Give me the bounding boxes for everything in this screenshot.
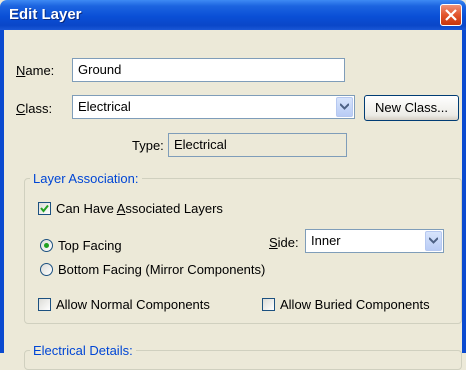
window-frame-left xyxy=(0,30,4,353)
radio-selected-dot xyxy=(44,243,49,248)
class-label: Class: xyxy=(16,101,53,116)
class-select[interactable]: Electrical xyxy=(72,95,355,119)
new-class-button[interactable]: New Class... xyxy=(364,95,459,121)
top-facing-radio[interactable] xyxy=(40,239,53,252)
close-button[interactable] xyxy=(440,4,462,26)
class-dropdown-button[interactable] xyxy=(336,97,353,117)
close-icon xyxy=(445,9,457,21)
type-field: Electrical xyxy=(168,133,347,157)
chevron-down-icon xyxy=(429,237,438,244)
name-label: Name: xyxy=(16,63,55,78)
class-select-value: Electrical xyxy=(78,99,131,114)
side-label: Side: xyxy=(269,235,299,250)
bottom-facing-radio[interactable] xyxy=(40,263,53,276)
can-have-associated-label: Can Have Associated Layers xyxy=(56,201,223,216)
chevron-down-icon xyxy=(340,103,349,110)
side-select[interactable]: Inner xyxy=(305,229,444,253)
window-frame-right xyxy=(462,30,466,353)
allow-normal-checkbox[interactable] xyxy=(38,298,51,311)
type-label: Type: xyxy=(132,138,164,153)
checkmark-icon xyxy=(40,204,49,213)
allow-buried-checkbox[interactable] xyxy=(262,298,275,311)
title-bar[interactable]: Edit Layer xyxy=(0,0,466,30)
side-dropdown-button[interactable] xyxy=(425,231,442,251)
layer-association-title: Layer Association: xyxy=(30,171,142,186)
allow-normal-label: Allow Normal Components xyxy=(56,297,210,312)
window-title: Edit Layer xyxy=(9,6,82,23)
side-select-value: Inner xyxy=(311,233,341,248)
allow-buried-label: Allow Buried Components xyxy=(280,297,430,312)
can-have-associated-checkbox[interactable] xyxy=(38,202,51,215)
top-facing-label: Top Facing xyxy=(58,238,122,253)
bottom-facing-label: Bottom Facing (Mirror Components) xyxy=(58,262,266,277)
electrical-details-title: Electrical Details: xyxy=(30,343,136,358)
name-input[interactable]: Ground xyxy=(72,58,345,82)
